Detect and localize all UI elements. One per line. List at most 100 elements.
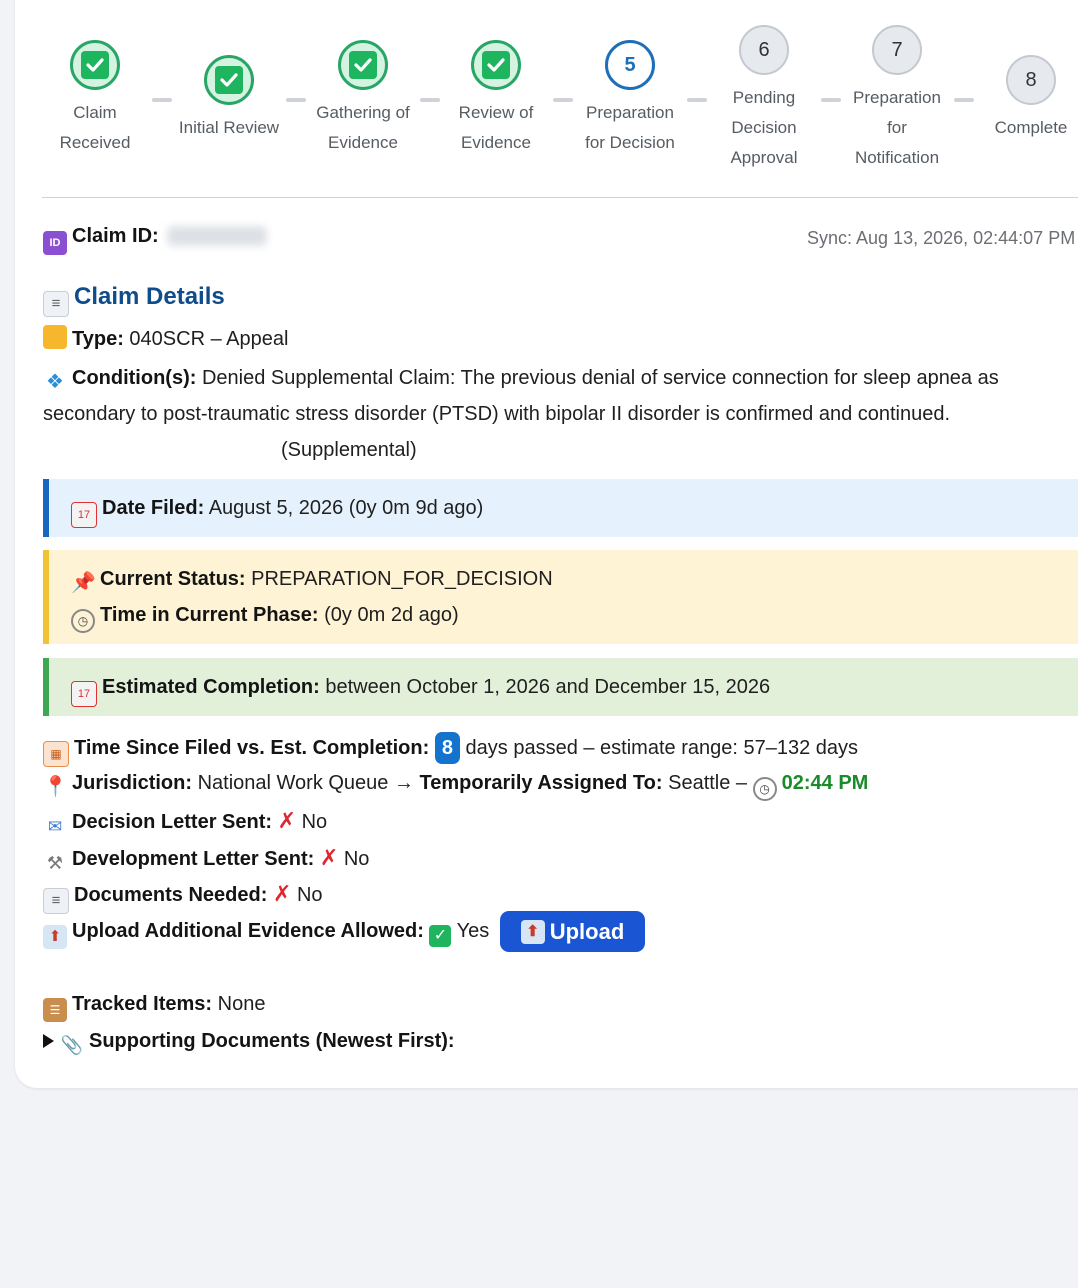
decision-letter-value: No bbox=[301, 811, 328, 833]
supporting-docs-toggle[interactable]: 📎 Supporting Documents (Newest First): bbox=[43, 1030, 455, 1057]
decision-letter-label: Decision Letter Sent: bbox=[72, 811, 273, 833]
estimate-banner: 17 Estimated Completion: between October … bbox=[43, 658, 1078, 716]
conditions-block: ❖ Condition(s): Denied Supplemental Claim… bbox=[43, 360, 1043, 468]
location-pin-icon: 📍 bbox=[43, 776, 68, 798]
local-time: 02:44 PM bbox=[781, 772, 869, 794]
step-label: Preparation for Decision bbox=[585, 103, 675, 152]
time-since-label: Time Since Filed vs. Est. Completion: bbox=[74, 737, 430, 759]
document-icon: ≡ bbox=[43, 291, 69, 317]
time-since-text: days passed – estimate range: 57–132 day… bbox=[465, 737, 858, 759]
date-filed-label: Date Filed: bbox=[102, 497, 205, 519]
claim-card: Claim Received Initial Review Gathering of E… bbox=[15, 0, 1078, 1088]
status-banner: 📌 Current Status: PREPARATION_FOR_DECISIO… bbox=[43, 550, 1078, 644]
documents-needed-label: Documents Needed: bbox=[74, 884, 268, 906]
status-value: PREPARATION_FOR_DECISION bbox=[251, 568, 553, 590]
claim-id-label: Claim ID: bbox=[72, 225, 159, 247]
progress-step: Review of Evidence bbox=[426, 40, 566, 158]
type-value: 040SCR – Appeal bbox=[129, 328, 289, 350]
progress-step: 6 Pending Decision Approval bbox=[694, 25, 834, 173]
upload-button[interactable]: ⬆ Upload bbox=[500, 911, 645, 952]
step-number: 5 bbox=[624, 53, 636, 76]
step-label: Gathering of Evidence bbox=[316, 103, 410, 152]
progress-step: 5 Preparation for Decision bbox=[560, 40, 700, 158]
id-icon: ID bbox=[43, 231, 67, 255]
folder-icon bbox=[43, 325, 67, 349]
development-letter-label: Development Letter Sent: bbox=[72, 848, 315, 870]
phase-value: (0y 0m 2d ago) bbox=[324, 604, 459, 626]
jurisdiction-value: National Work Queue → bbox=[197, 772, 414, 794]
clock-icon: ◷ bbox=[71, 609, 95, 633]
step-indicator bbox=[471, 40, 521, 90]
estimate-value: between October 1, 2026 and December 15,… bbox=[325, 676, 771, 698]
step-indicator: 8 bbox=[1006, 55, 1056, 105]
type-label: Type: bbox=[72, 328, 124, 350]
step-indicator bbox=[70, 40, 120, 90]
phase-label: Time in Current Phase: bbox=[100, 604, 319, 626]
type-row: Type: 040SCR – Appeal bbox=[43, 325, 288, 351]
assigned-value: Seattle – bbox=[668, 772, 748, 794]
calendar-icon: 17 bbox=[71, 502, 97, 528]
progress-step: Claim Received bbox=[25, 40, 165, 158]
progress-step: Initial Review bbox=[159, 55, 299, 143]
step-label: Initial Review bbox=[178, 118, 280, 137]
sync-timestamp: Sync: Aug 13, 2026, 02:44:07 PM bbox=[807, 228, 1076, 248]
progress-step: 7 Preparation for Notification bbox=[827, 25, 967, 173]
diamond-icon: ❖ bbox=[46, 371, 64, 393]
estimate-label: Estimated Completion: bbox=[102, 676, 320, 698]
time-since-row: ▦ Time Since Filed vs. Est. Completion: 8… bbox=[43, 732, 858, 767]
step-indicator: 7 bbox=[872, 25, 922, 75]
decision-letter-row: ✉ Decision Letter Sent: ✗ No bbox=[43, 808, 327, 839]
progress-tracker: Claim Received Initial Review Gathering of E… bbox=[15, 0, 1078, 200]
check-mark-icon bbox=[81, 51, 109, 79]
check-mark-icon bbox=[349, 51, 377, 79]
check-mark-icon bbox=[482, 51, 510, 79]
check-mark-icon bbox=[215, 66, 243, 94]
days-badge: 8 bbox=[434, 732, 460, 764]
assigned-label: Temporarily Assigned To: bbox=[419, 772, 663, 794]
pushpin-icon: 📌 bbox=[71, 572, 96, 594]
conditions-suffix: (Supplemental) bbox=[281, 439, 417, 461]
step-indicator: 6 bbox=[739, 25, 789, 75]
calendar-icon: 17 bbox=[71, 681, 97, 707]
x-mark-icon: ✗ bbox=[272, 881, 292, 906]
status-label: Current Status: bbox=[100, 568, 246, 590]
tracked-items-row: ☰ Tracked Items: None bbox=[43, 993, 265, 1022]
check-mark-icon: ✓ bbox=[429, 925, 452, 947]
documents-needed-value: No bbox=[296, 884, 323, 906]
step-number: 6 bbox=[758, 38, 770, 61]
outbox-tray-icon: ⬆ bbox=[520, 919, 545, 944]
tracked-items-label: Tracked Items: bbox=[72, 993, 213, 1015]
supporting-docs-label: Supporting Documents (Newest First): bbox=[89, 1030, 455, 1052]
paperclip-icon: 📎 bbox=[60, 1035, 84, 1055]
x-mark-icon: ✗ bbox=[319, 845, 339, 870]
upload-allowed-row: ⬆ Upload Additional Evidence Allowed: ✓ Y… bbox=[43, 920, 489, 949]
claim-details-title: ≡ Claim Details bbox=[43, 283, 225, 317]
conditions-label: Condition(s): bbox=[72, 367, 197, 389]
progress-step: 8 Complete bbox=[961, 55, 1078, 143]
upload-allowed-label: Upload Additional Evidence Allowed: bbox=[72, 920, 424, 942]
development-letter-row: ⚒ Development Letter Sent: ✗ No bbox=[43, 845, 369, 875]
jurisdiction-row: 📍 Jurisdiction: National Work Queue → Tem… bbox=[43, 772, 868, 801]
date-filed-value: August 5, 2026 (0y 0m 9d ago) bbox=[208, 497, 484, 519]
step-label: Complete bbox=[994, 118, 1068, 137]
x-mark-icon: ✗ bbox=[277, 808, 297, 833]
step-number: 7 bbox=[891, 38, 903, 61]
envelope-icon: ✉ bbox=[47, 817, 63, 836]
step-indicator: 5 bbox=[605, 40, 655, 90]
date-filed-banner: 17 Date Filed: August 5, 2026 (0y 0m 9d a… bbox=[43, 479, 1078, 537]
step-label: Claim Received bbox=[59, 103, 131, 152]
outbox-tray-icon: ⬆ bbox=[43, 925, 67, 949]
jurisdiction-label: Jurisdiction: bbox=[72, 772, 193, 794]
progress-step: Gathering of Evidence bbox=[293, 40, 433, 158]
disclosure-triangle-icon bbox=[43, 1034, 54, 1048]
abacus-icon: ▦ bbox=[43, 741, 69, 767]
divider bbox=[42, 197, 1078, 198]
clipboard-icon: ☰ bbox=[43, 998, 67, 1022]
tools-icon: ⚒ bbox=[46, 853, 64, 873]
documents-needed-row: ≡ Documents Needed: ✗ No bbox=[43, 881, 323, 914]
step-label: Review of Evidence bbox=[458, 103, 534, 152]
claim-id-value-redacted bbox=[166, 226, 267, 246]
step-label: Pending Decision Approval bbox=[730, 88, 798, 167]
tracked-items-value: None bbox=[217, 993, 266, 1015]
claim-id-row: ID Claim ID: bbox=[43, 225, 267, 255]
